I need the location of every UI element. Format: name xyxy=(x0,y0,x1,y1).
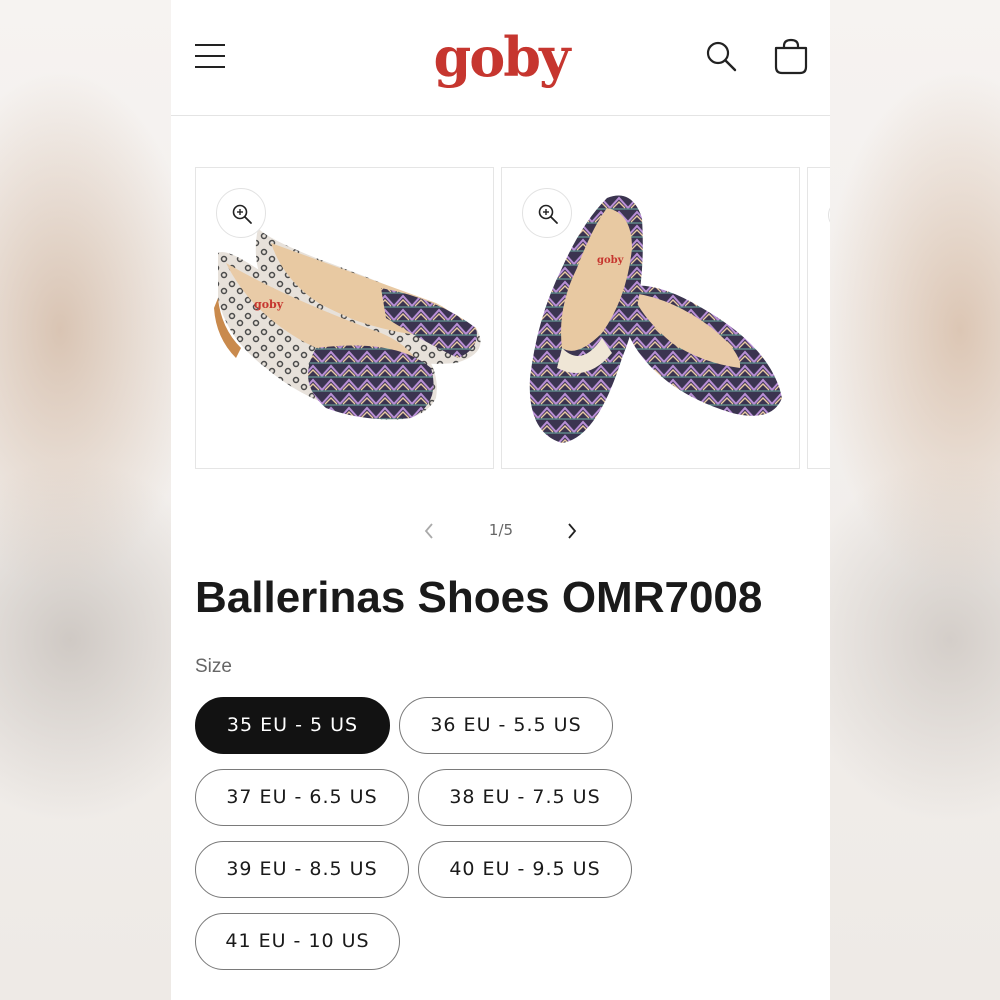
product-image-gallery[interactable]: goby goby xyxy=(195,167,830,469)
product-image-1[interactable]: goby xyxy=(195,167,494,469)
svg-text:goby: goby xyxy=(254,298,284,311)
zoom-icon[interactable] xyxy=(522,188,572,238)
search-icon[interactable] xyxy=(703,38,739,74)
menu-icon[interactable] xyxy=(193,38,229,74)
mobile-product-page: goby goby goby 1/5 Ballerinas Shoes OMR7… xyxy=(171,0,830,1000)
svg-text:goby: goby xyxy=(597,255,625,266)
size-option-41[interactable]: 41 EU - 10 US xyxy=(195,913,400,970)
size-option-40[interactable]: 40 EU - 9.5 US xyxy=(418,841,632,898)
size-option-35[interactable]: 35 EU - 5 US xyxy=(195,697,390,754)
product-image-3[interactable] xyxy=(807,167,830,469)
size-label: Size xyxy=(195,656,232,677)
size-option-36[interactable]: 36 EU - 5.5 US xyxy=(399,697,613,754)
chevron-right-icon[interactable] xyxy=(561,520,583,542)
zoom-icon[interactable] xyxy=(216,188,266,238)
product-title: Ballerinas Shoes OMR7008 xyxy=(195,573,763,622)
gallery-pager: 1/5 xyxy=(411,512,591,550)
size-option-39[interactable]: 39 EU - 8.5 US xyxy=(195,841,409,898)
size-option-38[interactable]: 38 EU - 7.5 US xyxy=(418,769,632,826)
chevron-left-icon[interactable] xyxy=(419,520,441,542)
cart-icon[interactable] xyxy=(771,36,811,76)
size-option-37[interactable]: 37 EU - 6.5 US xyxy=(195,769,409,826)
goby-logo[interactable]: goby xyxy=(426,22,576,92)
site-header: goby xyxy=(171,0,830,116)
zoom-icon[interactable] xyxy=(828,200,830,230)
pager-count: 1/5 xyxy=(488,521,514,539)
product-image-2[interactable]: goby xyxy=(501,167,800,469)
